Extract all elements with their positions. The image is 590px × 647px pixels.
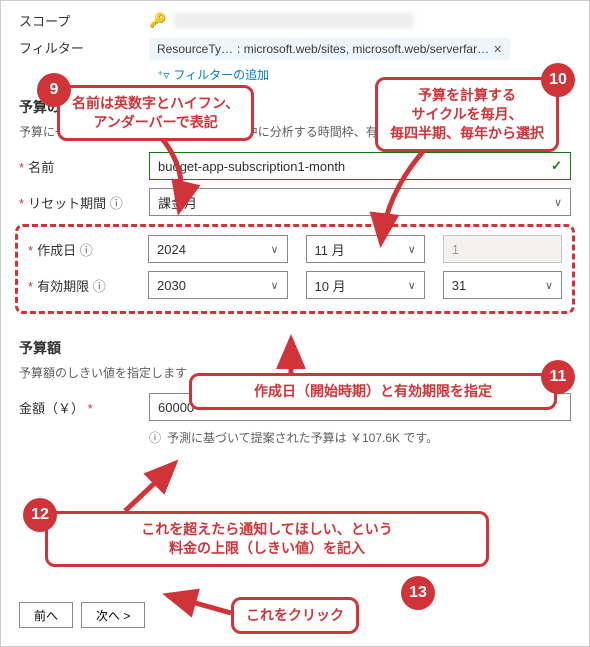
reset-label: *リセット期間 ⓘ (19, 193, 149, 212)
budget-suggestion: 予測に基づいて提案された予算は ￥107.6K です。 (167, 429, 438, 446)
reset-select[interactable]: 課金月 ∨ (149, 188, 571, 216)
annotation-callout-13: これをクリック (231, 597, 359, 634)
filter-pill-value: : microsoft.web/sites, microsoft.web/ser… (237, 42, 489, 56)
add-filter-label: フィルターの追加 (173, 66, 269, 83)
chevron-down-icon: ∨ (408, 243, 416, 256)
annotation-arrow-13 (159, 587, 239, 630)
chevron-down-icon: ∨ (270, 243, 278, 256)
budget-title: 予算額 (19, 338, 571, 358)
name-input[interactable]: budget-app-subscription1-month ✓ (149, 152, 571, 180)
filter-plus-icon: ⁺▿ (157, 68, 169, 82)
annotation-badge-11: 11 (541, 360, 575, 394)
add-filter-link[interactable]: ⁺▿ フィルターの追加 (157, 66, 269, 83)
chevron-down-icon: ∨ (554, 196, 562, 209)
created-label: *作成日 ⓘ (28, 240, 148, 259)
budget-suggestion-line: ⓘ 予測に基づいて提案された予算は ￥107.6K です。 (149, 429, 571, 446)
chevron-down-icon: ∨ (408, 279, 416, 292)
annotation-badge-9: 9 (37, 73, 71, 107)
annotation-callout-12: これを超えたら通知してほしい、という 料金の上限（しきい値）を記入 (45, 511, 489, 567)
prev-button[interactable]: 前へ (19, 602, 73, 628)
expiry-day-select[interactable]: 31∨ (443, 271, 562, 299)
created-year-select[interactable]: 2024∨ (148, 235, 288, 263)
info-icon: ⓘ (149, 429, 161, 446)
key-icon: 🔑 (149, 12, 166, 29)
info-icon[interactable]: ⓘ (110, 196, 123, 211)
expiry-month-select[interactable]: 10 月∨ (306, 271, 425, 299)
expiry-year-select[interactable]: 2030∨ (148, 271, 288, 299)
date-range-group: *作成日 ⓘ 2024∨ 11 月∨ 1 *有効期限 ⓘ 2030∨ 10 月∨… (15, 224, 575, 314)
next-button[interactable]: 次へ > (81, 602, 145, 628)
chevron-down-icon: ∨ (545, 279, 553, 292)
info-icon[interactable]: ⓘ (80, 243, 93, 258)
close-icon[interactable]: ✕ (493, 43, 502, 56)
expiry-label: *有効期限 ⓘ (28, 276, 148, 295)
annotation-badge-10: 10 (541, 63, 575, 97)
annotation-badge-12: 12 (23, 498, 57, 532)
check-icon: ✓ (551, 158, 562, 174)
filter-pill[interactable]: ResourceTy… : microsoft.web/sites, micro… (149, 38, 510, 60)
annotation-badge-13: 13 (401, 576, 435, 610)
amount-label: 金額（￥） * (19, 398, 149, 417)
scope-label: スコープ (19, 11, 149, 30)
created-month-select[interactable]: 11 月∨ (306, 235, 425, 263)
filter-label: フィルター (19, 38, 149, 57)
annotation-callout-10: 予算を計算する サイクルを毎月、 毎四半期、毎年から選択 (375, 77, 559, 152)
info-icon[interactable]: ⓘ (93, 279, 106, 294)
filter-pill-prefix: ResourceTy… (157, 42, 233, 56)
created-day-disabled: 1 (443, 235, 562, 263)
name-label: *名前 (19, 157, 149, 176)
annotation-callout-9: 名前は英数字とハイフン、 アンダーバーで表記 (57, 85, 254, 141)
scope-value-blurred (174, 13, 414, 29)
annotation-callout-11: 作成日（開始時期）と有効期限を指定 (189, 373, 557, 410)
chevron-down-icon: ∨ (270, 279, 278, 292)
